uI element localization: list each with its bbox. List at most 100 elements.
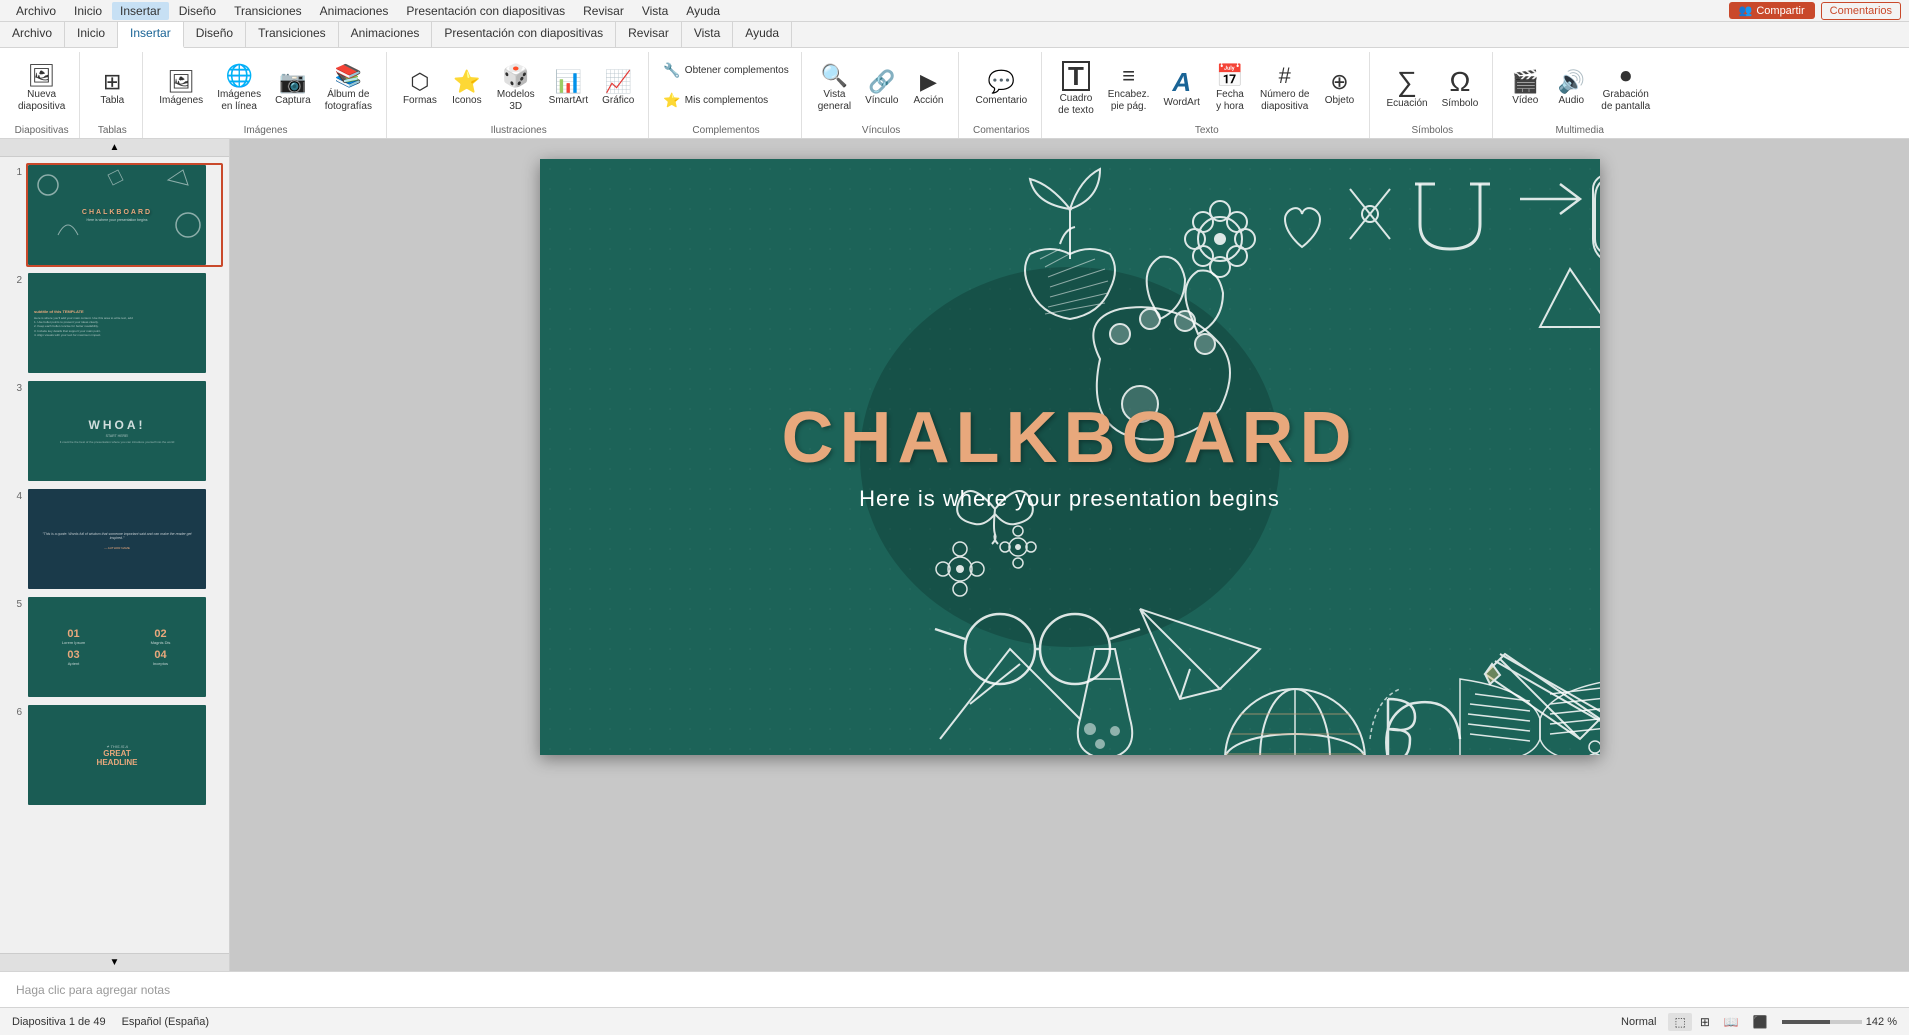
fecha-button[interactable]: 📅 Fechay hora — [1208, 57, 1252, 121]
tab-diseno[interactable]: Diseño — [184, 22, 246, 47]
share-button[interactable]: 👥 Compartir — [1729, 2, 1815, 19]
menu-revisar[interactable]: Revisar — [575, 2, 632, 20]
menu-animaciones[interactable]: Animaciones — [312, 2, 397, 20]
zoom-level: 142 % — [1866, 1016, 1897, 1028]
menu-presentacion[interactable]: Presentación con diapositivas — [398, 2, 573, 20]
canvas-area[interactable]: CHALKBOARD Here is where your presentati… — [230, 139, 1909, 971]
slide-sorter-button[interactable]: ⊞ — [1694, 1013, 1716, 1031]
grafico-button[interactable]: 📈 Gráfico — [596, 57, 640, 121]
video-button[interactable]: 🎬 Vídeo — [1503, 57, 1547, 121]
tab-inicio[interactable]: Inicio — [65, 22, 118, 47]
vista-general-button[interactable]: 🔍 Vistageneral — [812, 57, 857, 121]
menu-diseno[interactable]: Diseño — [171, 2, 224, 20]
nueva-diapositiva-button[interactable]: 🖼 Nuevadiapositiva — [12, 57, 71, 121]
menu-ayuda[interactable]: Ayuda — [678, 2, 728, 20]
slide-thumb-6[interactable]: 6 ✦ THIS IS A GREAT HEADLINE — [4, 701, 225, 809]
comments-button[interactable]: Comentarios — [1821, 2, 1901, 20]
accion-button[interactable]: ▶ Acción — [906, 57, 950, 121]
wordart-button[interactable]: A WordArt — [1157, 57, 1206, 121]
simbolo-button[interactable]: Ω Símbolo — [1436, 57, 1485, 121]
scroll-down-icon: ▼ — [110, 957, 120, 968]
status-right: Normal ⬚ ⊞ 📖 ⬛ 142 % — [1617, 1013, 1897, 1031]
ribbon-group-diapositivas-buttons: 🖼 Nuevadiapositiva — [12, 52, 71, 125]
iconos-button[interactable]: ⭐ Iconos — [445, 57, 489, 121]
menu-transiciones[interactable]: Transiciones — [226, 2, 310, 20]
slide-thumb-5[interactable]: 5 01 Lorem Ipsum 02 Magnis Dis — [4, 593, 225, 701]
tab-transiciones[interactable]: Transiciones — [246, 22, 339, 47]
vinculo-button[interactable]: 🔗 Vínculo — [859, 57, 904, 121]
slide-img-2[interactable]: subtitle of this TEMPLATE Here is where … — [26, 271, 223, 375]
comentario-button[interactable]: 💬 Comentario — [969, 57, 1033, 121]
tab-revisar[interactable]: Revisar — [616, 22, 682, 47]
tab-insertar[interactable]: Insertar — [118, 22, 184, 48]
captura-button[interactable]: 📷 Captura — [269, 57, 317, 121]
encabezado-button[interactable]: ≡ Encabez.pie pág. — [1102, 57, 1156, 121]
formas-button[interactable]: ⬡ Formas — [397, 57, 443, 121]
menu-vista[interactable]: Vista — [634, 2, 676, 20]
ecuacion-button[interactable]: ∑ Ecuación — [1380, 57, 1433, 121]
normal-view-button[interactable]: ⬚ — [1668, 1013, 1691, 1031]
tab-vista[interactable]: Vista — [682, 22, 733, 47]
slide-img-4[interactable]: "This is a quote. Words full of wisdom t… — [26, 487, 223, 591]
ribbon-group-simbolos: ∑ Ecuación Ω Símbolo Símbolos — [1372, 52, 1493, 138]
tab-presentacion[interactable]: Presentación con diapositivas — [432, 22, 616, 47]
menu-inicio[interactable]: Inicio — [66, 2, 110, 20]
audio-icon: 🔊 — [1558, 71, 1585, 93]
tab-animaciones[interactable]: Animaciones — [339, 22, 433, 47]
slide-thumb-2[interactable]: 2 subtitle of this TEMPLATE Here is wher… — [4, 269, 225, 377]
ribbon-group-comentarios-buttons: 💬 Comentario — [969, 52, 1033, 125]
objeto-button[interactable]: ⊕ Objeto — [1317, 57, 1361, 121]
numero-diapositiva-button[interactable]: # Número dediapositiva — [1254, 57, 1315, 121]
slide-preview-3: WHOA! START HERE! It could be the best o… — [28, 381, 206, 481]
tab-archivo[interactable]: Archivo — [0, 22, 65, 47]
modelos3d-button[interactable]: 🎲 Modelos3D — [491, 57, 541, 121]
slide-num-6: 6 — [6, 703, 22, 718]
ribbon-group-vinculos-buttons: 🔍 Vistageneral 🔗 Vínculo ▶ Acción — [812, 52, 951, 125]
thumb1-doodles — [28, 165, 206, 265]
menu-insertar[interactable]: Insertar — [112, 2, 169, 20]
slide-thumb-4[interactable]: 4 "This is a quote. Words full of wisdom… — [4, 485, 225, 593]
notes-view-button[interactable]: Normal — [1617, 1014, 1660, 1030]
ribbon-group-comentarios-label: Comentarios — [973, 125, 1030, 138]
cuadro-texto-button[interactable]: T Cuadrode texto — [1052, 57, 1100, 121]
accion-icon: ▶ — [920, 71, 937, 93]
zoom-slider[interactable] — [1782, 1020, 1862, 1024]
notes-bar[interactable]: Haga clic para agregar notas — [0, 971, 1909, 1007]
grabacion-button[interactable]: ⏺ Grabaciónde pantalla — [1595, 57, 1656, 121]
ribbon-group-complementos-buttons: 🔧 Obtener complementos ⭐ Mis complemento… — [659, 52, 792, 125]
slide-info: Diapositiva 1 de 49 — [12, 1016, 106, 1028]
slide-img-3[interactable]: WHOA! START HERE! It could be the best o… — [26, 379, 223, 483]
slide-img-5[interactable]: 01 Lorem Ipsum 02 Magnis Dis 03 Aptent — [26, 595, 223, 699]
ribbon-group-complementos-label: Complementos — [692, 125, 759, 138]
imagenes-en-linea-icon: 🌐 — [225, 65, 252, 87]
wordart-icon: A — [1172, 69, 1191, 95]
ribbon-group-texto-label: Texto — [1195, 125, 1219, 138]
ribbon-group-multimedia-label: Multimedia — [1556, 125, 1604, 138]
slide-img-1[interactable]: CHALKBOARD Here is where your presentati… — [26, 163, 223, 267]
status-bar: Diapositiva 1 de 49 Español (España) Nor… — [0, 1007, 1909, 1035]
menu-archivo[interactable]: Archivo — [8, 2, 64, 20]
tabla-button[interactable]: ⊞ Tabla — [90, 57, 134, 121]
imagenes-button[interactable]: 🖼 Imágenes — [153, 57, 209, 121]
album-button[interactable]: 📚 Álbum defotografías — [319, 57, 378, 121]
mis-complementos-button[interactable]: ⭐ Mis complementos — [659, 86, 772, 114]
cuadro-texto-icon: T — [1062, 61, 1090, 91]
reading-view-button[interactable]: 📖 — [1718, 1013, 1745, 1031]
captura-icon: 📷 — [279, 71, 306, 93]
tabla-icon: ⊞ — [103, 71, 121, 93]
imagenes-en-linea-button[interactable]: 🌐 Imágenesen línea — [211, 57, 267, 121]
slide-thumb-1[interactable]: 1 CHALKBOARD Here is where your presenta… — [4, 161, 225, 269]
ribbon-group-diapositivas: 🖼 Nuevadiapositiva Diapositivas — [4, 52, 80, 138]
smartart-button[interactable]: 📊 SmartArt — [543, 57, 594, 121]
scroll-up-button[interactable]: ▲ — [0, 139, 229, 157]
tab-ayuda[interactable]: Ayuda — [733, 22, 792, 47]
obtener-complementos-button[interactable]: 🔧 Obtener complementos — [659, 56, 792, 84]
presentation-view-button[interactable]: ⬛ — [1747, 1013, 1774, 1031]
slide-num-1: 1 — [6, 163, 22, 178]
slide-canvas[interactable]: CHALKBOARD Here is where your presentati… — [540, 159, 1600, 755]
slide-thumb-3[interactable]: 3 WHOA! START HERE! It could be the best… — [4, 377, 225, 485]
obtener-complementos-icon: 🔧 — [663, 61, 680, 79]
scroll-down-button[interactable]: ▼ — [0, 953, 229, 971]
slide-img-6[interactable]: ✦ THIS IS A GREAT HEADLINE — [26, 703, 223, 807]
audio-button[interactable]: 🔊 Audio — [1549, 57, 1593, 121]
